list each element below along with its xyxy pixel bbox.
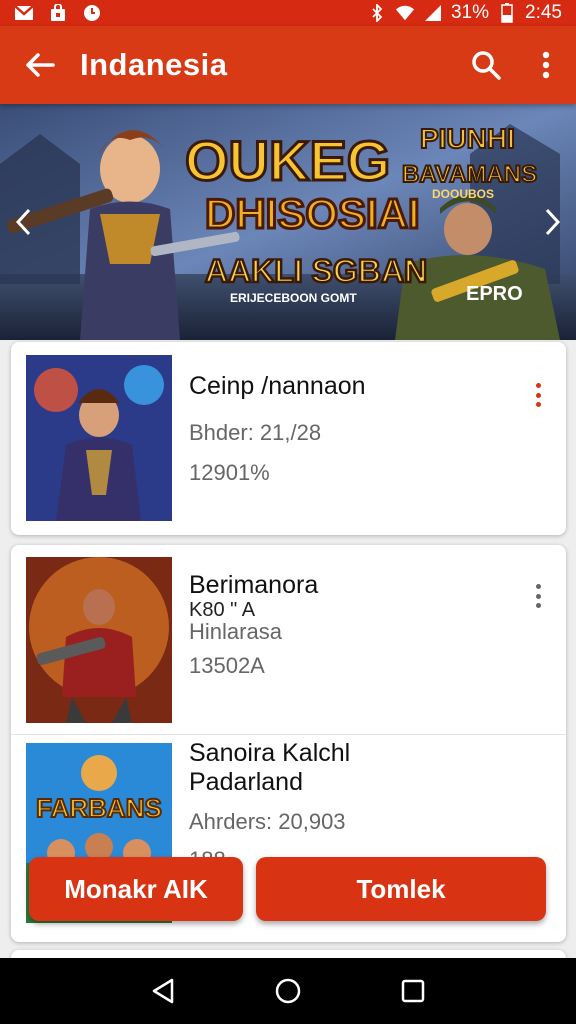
promo-banner[interactable]: OUKEG DHISOSIAI AAKLI SGBAN ERIJECEBOON …	[0, 104, 576, 340]
search-button[interactable]	[456, 26, 516, 104]
chevron-right-icon	[545, 208, 561, 236]
list-item-thumbnail	[26, 355, 172, 521]
dot	[535, 383, 541, 388]
list-item-title: Berimanora	[189, 571, 319, 599]
primary-left-button[interactable]: Monakr AIK	[29, 857, 243, 921]
list-item[interactable]: Ceinp /nannaon Bhder: 21,/28 12901%	[11, 342, 566, 535]
banner-next-button[interactable]	[536, 202, 570, 242]
nav-back-button[interactable]	[143, 971, 183, 1011]
dot	[535, 593, 541, 599]
bluetooth-icon	[367, 4, 387, 22]
thumbnail-text: FARBANS	[36, 793, 162, 823]
banner-prev-button[interactable]	[6, 202, 40, 242]
gmail-icon	[14, 4, 34, 22]
list-item-title: Ceinp /nannaon	[189, 372, 366, 400]
more-vert-icon	[542, 51, 550, 79]
list-item-detail: Bhder: 21,/28	[189, 420, 322, 445]
battery-percent: 31%	[450, 2, 490, 23]
circle-home-icon	[275, 978, 301, 1004]
list-item-detail: Ahrders: 20,903	[189, 809, 346, 834]
banner-side-title-3: DOOUBOS	[432, 187, 494, 201]
signal-icon	[423, 4, 443, 22]
battery-icon	[497, 3, 517, 23]
banner-side-title-2: BAVAMANS	[402, 161, 537, 188]
clock-icon	[82, 4, 102, 22]
list-item-value: 13502A	[189, 653, 265, 678]
more-options-button[interactable]	[516, 26, 576, 104]
nav-home-button[interactable]	[268, 971, 308, 1011]
banner-artwork: OUKEG DHISOSIAI AAKLI SGBAN ERIJECEBOON …	[0, 104, 576, 340]
status-bar: 31% 2:45	[0, 0, 576, 26]
triangle-back-icon	[152, 978, 173, 1004]
back-arrow-icon	[26, 53, 55, 77]
list-item-title: Sanoira Kalchl	[189, 739, 351, 767]
list-item-value: 12901%	[189, 460, 270, 485]
list-item-thumbnail	[26, 557, 172, 723]
item-more-button[interactable]	[530, 581, 546, 611]
dot	[535, 392, 541, 398]
system-nav-bar	[0, 958, 576, 1024]
banner-tagline: ERIJECEBOON GOMT	[230, 291, 357, 305]
app-bar: Indanesia	[0, 26, 576, 104]
banner-headline-2: DHISOSIAI	[205, 190, 420, 237]
dot	[535, 584, 541, 589]
wifi-icon	[395, 4, 415, 22]
primary-right-button[interactable]: Tomlek	[256, 857, 546, 921]
list-item[interactable]: Berimanora K80 " A Hinlarasa 13502A	[11, 545, 566, 735]
item-more-button[interactable]	[530, 380, 546, 410]
list-item-detail: Hinlarasa	[189, 619, 282, 644]
nav-recents-button[interactable]	[393, 971, 433, 1011]
banner-side-title-1: PIUNHI	[420, 123, 515, 154]
square-recents-icon	[402, 979, 425, 1003]
banner-badge: EPRO	[466, 283, 523, 305]
chevron-left-icon	[15, 208, 31, 236]
dot	[535, 603, 541, 608]
search-icon	[472, 51, 501, 80]
list-card[interactable]: Ceinp /nannaon Bhder: 21,/28 12901%	[11, 342, 566, 535]
page-title: Indanesia	[80, 47, 228, 82]
store-icon	[48, 4, 68, 22]
list-item-title-line2: Padarland	[189, 768, 303, 796]
clock-time: 2:45	[525, 2, 562, 23]
dot	[535, 402, 541, 407]
back-button[interactable]	[0, 26, 80, 104]
banner-headline-1: OUKEG	[185, 129, 390, 192]
banner-subtitle: AAKLI SGBAN	[205, 253, 427, 289]
